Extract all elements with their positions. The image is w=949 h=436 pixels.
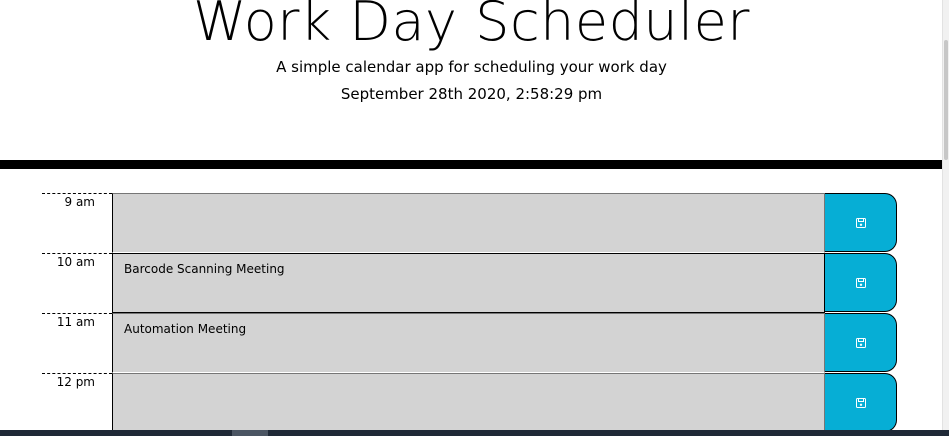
save-button-9am[interactable] bbox=[825, 193, 897, 252]
current-day: September 28th 2020, 2:58:29 pm bbox=[340, 85, 603, 103]
event-description-11am[interactable] bbox=[112, 313, 825, 373]
hour-label: 10 am bbox=[42, 253, 112, 313]
hour-label: 12 pm bbox=[42, 373, 112, 433]
floppy-disk-icon bbox=[855, 217, 866, 228]
event-description-10am[interactable] bbox=[112, 253, 825, 313]
floppy-disk-icon bbox=[855, 277, 866, 288]
scrollbar-thumb[interactable] bbox=[944, 40, 948, 160]
hour-label: 11 am bbox=[42, 313, 112, 373]
save-button-12pm[interactable] bbox=[825, 373, 897, 432]
jumbotron-header: Work Day Scheduler A simple calendar app… bbox=[0, 0, 943, 160]
save-button-11am[interactable] bbox=[825, 313, 897, 372]
time-block-10am: 10 am bbox=[42, 253, 897, 313]
time-block-9am: 9 am bbox=[42, 193, 897, 253]
event-description-9am[interactable] bbox=[112, 193, 825, 253]
schedule-container: 9 am 10 am 11 am bbox=[42, 193, 897, 433]
vertical-scrollbar[interactable] bbox=[942, 0, 949, 430]
time-block-11am: 11 am bbox=[42, 313, 897, 373]
event-description-12pm[interactable] bbox=[112, 373, 825, 433]
floppy-disk-icon bbox=[855, 397, 866, 408]
page-title: Work Day Scheduler bbox=[192, 0, 751, 53]
time-block-12pm: 12 pm bbox=[42, 373, 897, 433]
hour-label: 9 am bbox=[42, 193, 112, 253]
page-lead: A simple calendar app for scheduling you… bbox=[276, 58, 667, 76]
floppy-disk-icon bbox=[855, 337, 866, 348]
header-divider bbox=[0, 160, 943, 169]
save-button-10am[interactable] bbox=[825, 253, 897, 312]
os-taskbar bbox=[0, 430, 949, 436]
taskbar-item[interactable] bbox=[232, 430, 268, 436]
